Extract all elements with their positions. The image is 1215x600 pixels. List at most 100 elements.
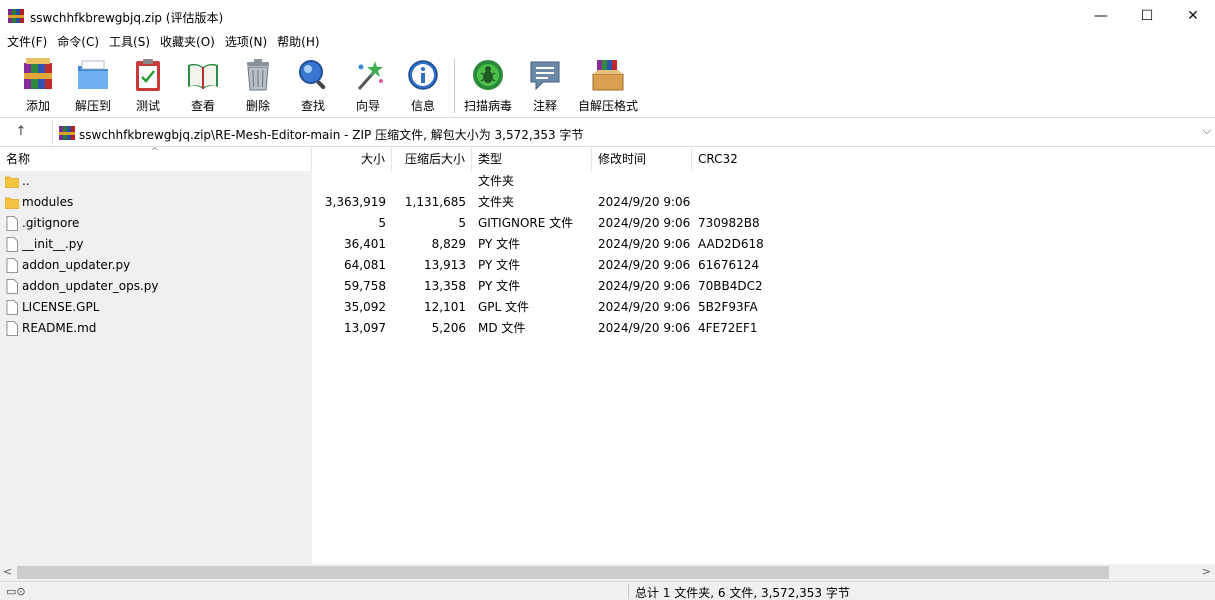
scrollbar-thumb[interactable]	[17, 566, 1109, 579]
file-packed-size	[392, 171, 466, 192]
horizontal-scrollbar[interactable]: < >	[0, 564, 1215, 581]
sfx-button[interactable]: 自解压格式	[578, 57, 638, 115]
file-size: 35,092	[344, 300, 386, 314]
file-packed-size: 5,206	[431, 321, 466, 335]
info-icon	[408, 60, 438, 90]
file-packed-size: 12,101	[424, 300, 466, 314]
extract-to-button[interactable]: 解压到	[65, 57, 121, 115]
file-type: PY 文件	[478, 258, 521, 272]
add-label: 添加	[25, 99, 50, 113]
status-separator	[628, 584, 629, 599]
file-type: GITIGNORE 文件	[478, 216, 574, 230]
file-type: PY 文件	[478, 237, 521, 251]
menu-file[interactable]: 文件(F)	[2, 32, 52, 53]
table-row[interactable]: LICENSE.GPL 35,092 12,101 GPL 文件 2024/9/…	[0, 297, 1215, 318]
wizard-button[interactable]: 向导	[340, 57, 396, 115]
info-button[interactable]: 信息	[395, 57, 451, 115]
file-crc32: 4FE72EF1	[698, 321, 758, 335]
file-size: 13,097	[344, 321, 386, 335]
sort-ascending-icon: ^	[151, 147, 159, 157]
minimize-button[interactable]: —	[1078, 0, 1124, 32]
file-modified: 2024/9/20 9:06	[598, 237, 691, 251]
table-row[interactable]: .. 文件夹	[0, 171, 1215, 192]
scan-virus-label: 扫描病毒	[463, 99, 512, 113]
file-size	[312, 171, 386, 192]
file-type: GPL 文件	[478, 300, 530, 314]
view-label: 查看	[190, 99, 215, 113]
table-row[interactable]: addon_updater.py 64,081 13,913 PY 文件 202…	[0, 255, 1215, 276]
close-icon: ✕	[1187, 8, 1199, 24]
comment-icon	[530, 61, 560, 91]
table-row[interactable]: README.md 13,097 5,206 MD 文件 2024/9/20 9…	[0, 318, 1215, 339]
column-header-packed[interactable]: 压缩后大小	[392, 147, 472, 171]
minimize-icon: —	[1094, 8, 1108, 24]
scroll-right-icon[interactable]: >	[1202, 565, 1211, 578]
maximize-button[interactable]: ☐	[1124, 0, 1170, 32]
address-bar: ↑ sswchhfkbrewgbjq.zip\RE-Mesh-Editor-ma…	[0, 119, 1215, 147]
file-crc32: 70BB4DC2	[698, 279, 763, 293]
file-modified: 2024/9/20 9:06	[598, 279, 691, 293]
folder-icon	[5, 197, 19, 209]
find-label: 查找	[300, 99, 325, 113]
comment-button[interactable]: 注释	[517, 57, 573, 115]
file-packed-size: 13,913	[424, 258, 466, 272]
table-row[interactable]: modules 3,363,919 1,131,685 文件夹 2024/9/2…	[0, 192, 1215, 213]
close-button[interactable]: ✕	[1170, 0, 1215, 32]
info-label: 信息	[410, 99, 435, 113]
file-crc32: 730982B8	[698, 216, 760, 230]
column-header-type[interactable]: 类型	[472, 147, 592, 171]
wizard-label: 向导	[355, 99, 380, 113]
drive-icon: ▭⊙	[6, 585, 26, 598]
virus-scan-icon	[473, 60, 503, 90]
file-icon	[6, 237, 18, 252]
file-name: LICENSE.GPL	[22, 300, 100, 314]
column-header-size[interactable]: 大小	[312, 147, 392, 171]
file-name: addon_updater_ops.py	[22, 279, 159, 293]
scroll-left-icon[interactable]: <	[3, 565, 12, 578]
file-type: MD 文件	[478, 321, 526, 335]
view-button[interactable]: 查看	[175, 57, 231, 115]
find-button[interactable]: 查找	[285, 57, 341, 115]
file-list-header: 名称 ^ 大小 压缩后大小 类型 修改时间 CRC32	[0, 147, 1215, 171]
path-field[interactable]: sswchhfkbrewgbjq.zip\RE-Mesh-Editor-main…	[52, 121, 1215, 145]
find-magnifier-icon	[299, 60, 326, 90]
file-icon	[6, 279, 18, 294]
title-bar: sswchhfkbrewgbjq.zip (评估版本) — ☐ ✕	[0, 0, 1215, 32]
table-row[interactable]: __init__.py 36,401 8,829 PY 文件 2024/9/20…	[0, 234, 1215, 255]
file-size: 5	[378, 216, 386, 230]
sfx-box-icon	[592, 60, 624, 91]
test-button[interactable]: 测试	[120, 57, 176, 115]
file-type: 文件夹	[478, 195, 515, 209]
archive-path-text: sswchhfkbrewgbjq.zip\RE-Mesh-Editor-main…	[79, 128, 584, 142]
column-header-crc32[interactable]: CRC32	[692, 147, 812, 171]
file-size: 3,363,919	[324, 195, 386, 209]
file-name: __init__.py	[22, 237, 84, 251]
extract-to-label: 解压到	[74, 99, 111, 113]
table-row[interactable]: addon_updater_ops.py 59,758 13,358 PY 文件…	[0, 276, 1215, 297]
file-icon	[6, 300, 18, 315]
chevron-down-icon[interactable]: ⌵	[1203, 124, 1211, 138]
toolbar: 添加 解压到 测试 查看 删除 查找 向导 信息 扫描病毒 注释 自解压格式	[0, 53, 1215, 118]
file-modified: 2024/9/20 9:06	[598, 216, 691, 230]
up-arrow-icon[interactable]: ↑	[12, 124, 30, 142]
file-name: ..	[22, 174, 30, 188]
menu-help[interactable]: 帮助(H)	[272, 32, 324, 53]
column-header-modified[interactable]: 修改时间	[592, 147, 692, 171]
file-size: 36,401	[344, 237, 386, 251]
menu-commands[interactable]: 命令(C)	[52, 32, 104, 53]
add-button[interactable]: 添加	[10, 57, 66, 115]
delete-button[interactable]: 删除	[230, 57, 286, 115]
table-row[interactable]: .gitignore 5 5 GITIGNORE 文件 2024/9/20 9:…	[0, 213, 1215, 234]
file-type: PY 文件	[478, 279, 521, 293]
maximize-icon: ☐	[1140, 8, 1154, 24]
scan-virus-button[interactable]: 扫描病毒	[460, 57, 516, 115]
file-icon	[6, 321, 18, 336]
menu-options[interactable]: 选项(N)	[220, 32, 272, 53]
menu-bar: 文件(F) 命令(C) 工具(S) 收藏夹(O) 选项(N) 帮助(H)	[0, 32, 1215, 53]
file-packed-size: 1,131,685	[404, 195, 466, 209]
toolbar-separator	[454, 59, 455, 113]
file-icon	[6, 216, 18, 231]
menu-favorites[interactable]: 收藏夹(O)	[155, 32, 220, 53]
file-packed-size: 13,358	[424, 279, 466, 293]
menu-tools[interactable]: 工具(S)	[104, 32, 155, 53]
